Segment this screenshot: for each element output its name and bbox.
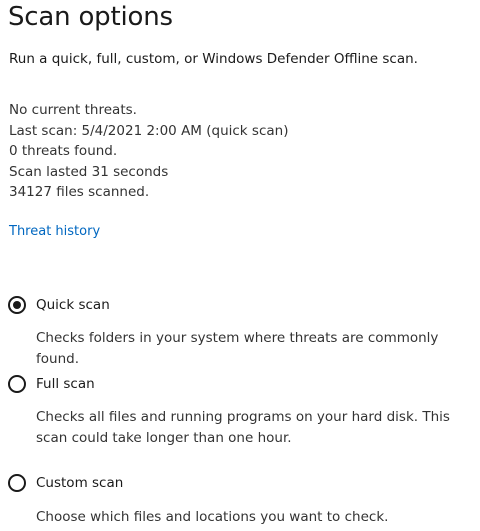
quick-scan-option[interactable]: Quick scan bbox=[8, 296, 110, 314]
custom-scan-description: Choose which files and locations you wan… bbox=[36, 509, 389, 525]
scan-duration-text: Scan lasted 31 seconds bbox=[9, 163, 169, 180]
threat-history-link[interactable]: Threat history bbox=[9, 224, 100, 239]
full-scan-label[interactable]: Full scan bbox=[36, 376, 95, 392]
scan-status: No current threats. Last scan: 5/4/2021 … bbox=[9, 100, 288, 203]
quick-scan-radio-row[interactable]: Quick scan bbox=[8, 296, 110, 314]
full-scan-radio-row[interactable]: Full scan bbox=[8, 375, 95, 393]
custom-scan-label[interactable]: Custom scan bbox=[36, 475, 123, 491]
full-scan-option[interactable]: Full scan bbox=[8, 375, 95, 393]
files-scanned-text: 34127 files scanned. bbox=[9, 184, 150, 201]
page-subtitle: Run a quick, full, custom, or Windows De… bbox=[9, 51, 418, 67]
quick-scan-description: Checks folders in your system where thre… bbox=[36, 330, 439, 367]
page-title: Scan options bbox=[8, 2, 173, 32]
custom-scan-option[interactable]: Custom scan bbox=[8, 474, 123, 492]
quick-scan-radio[interactable] bbox=[8, 296, 26, 314]
last-scan-text: Last scan: 5/4/2021 2:00 AM (quick scan) bbox=[9, 122, 289, 139]
threats-found-text: 0 threats found. bbox=[9, 143, 118, 160]
current-threats-text: No current threats. bbox=[9, 102, 137, 118]
quick-scan-label[interactable]: Quick scan bbox=[36, 297, 110, 313]
full-scan-radio[interactable] bbox=[8, 375, 26, 393]
full-scan-description: Checks all files and running programs on… bbox=[36, 409, 450, 446]
custom-scan-radio[interactable] bbox=[8, 474, 26, 492]
custom-scan-radio-row[interactable]: Custom scan bbox=[8, 474, 123, 492]
